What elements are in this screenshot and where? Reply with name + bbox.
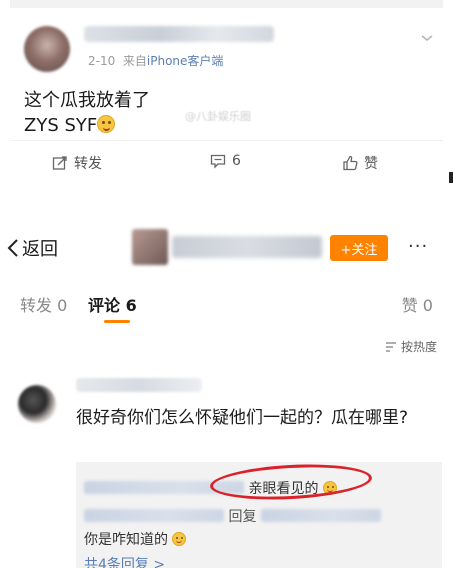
sort-by-hot-button[interactable]: 按热度 [385, 338, 437, 355]
post-source: iPhone客户端 [146, 54, 224, 68]
back-button[interactable]: 返回 [6, 235, 58, 261]
tab-comment[interactable]: 评论 6 [88, 292, 137, 316]
follow-button[interactable]: +关注 [330, 235, 388, 261]
top-strip [10, 0, 443, 8]
tab-like[interactable]: 赞 0 [402, 292, 433, 316]
username-redacted [84, 509, 224, 522]
more-replies-link[interactable]: 共4条回复 > [84, 554, 165, 568]
avatar[interactable] [18, 385, 56, 423]
watermark: @八卦娱乐圈 [185, 110, 251, 123]
post-action-bar: 转发 6 赞 [10, 140, 443, 180]
sort-label: 按热度 [400, 340, 437, 354]
like-button[interactable]: 赞 [342, 153, 378, 173]
chevron-left-icon [7, 239, 18, 257]
tab-repost[interactable]: 转发 0 [20, 292, 67, 316]
smile-emoji-icon [97, 115, 116, 133]
post-date: 2-10 [88, 54, 116, 68]
avatar[interactable] [24, 26, 70, 72]
post-text-line1: 这个瓜我放着了 [24, 90, 150, 111]
username-redacted [260, 509, 381, 522]
thumbs-up-icon [343, 155, 358, 171]
comment-button[interactable]: 6 [210, 153, 241, 169]
comment-count: 6 [232, 153, 241, 169]
tab-bar: 转发 0 评论 6 赞 0 [0, 284, 453, 328]
reply-line-2: 回复 [84, 506, 381, 526]
avatar[interactable] [132, 229, 168, 265]
share-icon [52, 156, 67, 170]
comment-icon [210, 154, 226, 169]
reply-line-3: 你是咋知道的 [84, 529, 187, 549]
back-label: 返回 [22, 239, 58, 260]
post-source-prefix: 来自 [122, 54, 147, 68]
username-redacted[interactable] [172, 236, 322, 258]
share-button[interactable]: 转发 [52, 153, 102, 173]
post-text-line2-wrap: ZYS SYF [24, 113, 150, 138]
reply-text-3: 你是咋知道的 [84, 532, 168, 548]
username-redacted[interactable] [84, 26, 274, 42]
tab-active-indicator [104, 320, 130, 323]
top-nav-bar: 返回 +关注 ··· [0, 226, 453, 270]
chevron-down-icon[interactable] [419, 30, 435, 46]
post-text-line2: ZYS SYF [24, 115, 98, 136]
reply-text-2: 回复 [228, 509, 257, 525]
username-redacted[interactable] [76, 378, 202, 392]
divider [0, 183, 453, 223]
post-card: 2-10 来自iPhone客户端 这个瓜我放着了 ZYS SYF @八卦娱乐圈 … [10, 0, 443, 183]
share-label: 转发 [74, 156, 102, 172]
sort-icon [385, 341, 396, 352]
smile-emoji-icon [172, 532, 187, 546]
post-meta: 2-10 来自iPhone客户端 [88, 52, 223, 69]
like-label: 赞 [364, 156, 378, 172]
comment-text: 很好奇你们怎么怀疑他们一起的？瓜在哪里? [76, 408, 409, 428]
more-options-button[interactable]: ··· [408, 236, 428, 257]
post-text: 这个瓜我放着了 ZYS SYF [24, 88, 150, 138]
